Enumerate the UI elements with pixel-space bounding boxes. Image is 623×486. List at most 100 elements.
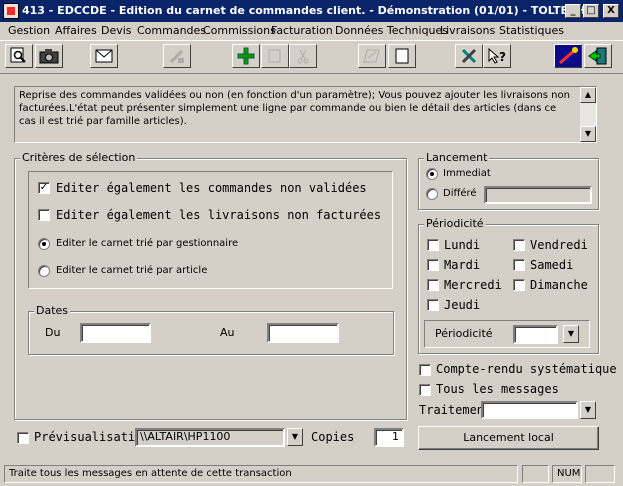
description-text: Reprise des commandes validées ou non (e…: [19, 90, 570, 127]
cut-icon: [297, 49, 309, 64]
radio-deferred-label: Différé: [443, 188, 477, 199]
copy-button[interactable]: [261, 44, 289, 68]
preview-label: Prévisualisation: [34, 430, 150, 444]
check-report[interactable]: [419, 364, 431, 376]
camera-button[interactable]: [35, 44, 63, 68]
scroll-down-arrow-icon[interactable]: ▼: [580, 126, 596, 142]
radio-sort-manager[interactable]: [38, 238, 50, 250]
date-from-input[interactable]: [80, 323, 151, 343]
launch-title: Lancement: [424, 151, 490, 164]
radio-immediate[interactable]: [426, 168, 438, 180]
exit-button[interactable]: [584, 44, 612, 68]
new-document-icon: [395, 48, 409, 64]
copy-icon: [268, 49, 281, 63]
check-samedi[interactable]: [513, 259, 525, 271]
treatment-dropdown-icon[interactable]: ▼: [580, 401, 596, 419]
periodicity-input[interactable]: [513, 325, 558, 344]
periodicity-dropdown-icon[interactable]: ▼: [563, 325, 579, 343]
search-button[interactable]: [5, 44, 33, 68]
window-title: 413 - EDCCDE - Edition du carnet de comm…: [22, 4, 586, 17]
date-to-label: Au: [220, 326, 235, 339]
report-label: Compte-rendu systématique: [436, 362, 617, 376]
local-launch-button[interactable]: Lancement local: [418, 426, 599, 450]
memo-scrollbar[interactable]: ▲ ▼: [580, 87, 596, 142]
minimize-button[interactable]: _: [565, 4, 581, 18]
menu-statistiques[interactable]: Statistiques: [499, 24, 564, 37]
day-mardi: Mardi: [444, 258, 481, 272]
status-num: NUM: [552, 465, 582, 483]
print-preview-button[interactable]: [358, 44, 386, 68]
add-icon: [237, 47, 255, 65]
menu-bar: Gestion Affaires Devis Commandes Commiss…: [0, 22, 623, 40]
day-mercredi: Mercredi: [444, 278, 502, 292]
menu-livraisons[interactable]: Livraisons: [440, 24, 495, 37]
close-button[interactable]: X: [603, 4, 619, 18]
check-mardi[interactable]: [427, 259, 439, 271]
launch-button[interactable]: [554, 44, 582, 68]
status-message: Traite tous les messages en attente de c…: [4, 465, 518, 483]
check-jeudi[interactable]: [427, 299, 439, 311]
check-all-messages[interactable]: [419, 384, 431, 396]
check-preview[interactable]: [17, 432, 29, 444]
radio-immediate-label: Immediat: [443, 168, 491, 179]
periodicity-field-label: Périodicité: [435, 327, 493, 340]
cut-button[interactable]: [289, 44, 317, 68]
add-button[interactable]: [232, 44, 260, 68]
new-document-button[interactable]: [388, 44, 416, 68]
menu-commissions[interactable]: Commissions: [203, 24, 276, 37]
exit-door-icon: [588, 47, 607, 65]
app-icon: [3, 3, 19, 19]
menu-gestion[interactable]: Gestion: [8, 24, 50, 37]
deferred-input[interactable]: [484, 186, 592, 204]
day-lundi: Lundi: [444, 238, 481, 252]
check-unvalidated[interactable]: ✓: [38, 182, 50, 194]
check-unbilled[interactable]: [38, 209, 50, 221]
date-to-input[interactable]: [267, 323, 339, 343]
menu-facturation[interactable]: Facturation: [271, 24, 333, 37]
radio-deferred[interactable]: [426, 188, 438, 200]
dates-title: Dates: [34, 304, 71, 317]
launch-icon: [559, 47, 578, 65]
mail-icon: [95, 49, 113, 63]
check-lundi[interactable]: [427, 239, 439, 251]
menu-devis[interactable]: Devis: [101, 24, 132, 37]
title-bar: 413 - EDCCDE - Edition du carnet de comm…: [0, 0, 623, 22]
check-dimanche[interactable]: [513, 279, 525, 291]
status-panel-empty: [522, 465, 549, 483]
radio-sort-manager-label: Editer le carnet trié par gestionnaire: [56, 238, 239, 249]
camera-icon: [39, 49, 59, 64]
toolbar: ?: [0, 40, 623, 74]
radio-sort-article-label: Editer le carnet trié par article: [56, 265, 208, 276]
check-mercredi[interactable]: [427, 279, 439, 291]
description-memo[interactable]: Reprise des commandes validées ou non (e…: [14, 86, 597, 143]
printer-dropdown-icon[interactable]: ▼: [287, 428, 303, 446]
help-icon: ?: [488, 47, 506, 64]
mail-button[interactable]: [90, 44, 118, 68]
day-samedi: Samedi: [530, 258, 574, 272]
svg-text:?: ?: [499, 50, 506, 64]
scroll-up-arrow-icon[interactable]: ▲: [580, 87, 596, 103]
copies-label: Copies: [311, 430, 355, 444]
all-messages-label: Tous les messages: [436, 382, 559, 396]
menu-donnees-techniques[interactable]: Données Techniques: [335, 24, 448, 37]
tools-icon: [461, 48, 477, 64]
edit-icon: [169, 49, 184, 64]
periodicity-title: Périodicité: [424, 217, 486, 230]
help-button[interactable]: ?: [483, 44, 511, 68]
menu-commandes[interactable]: Commandes: [137, 24, 206, 37]
day-dimanche: Dimanche: [530, 278, 588, 292]
treatment-select[interactable]: [481, 401, 578, 419]
maximize-button[interactable]: □: [583, 4, 599, 18]
edit-button[interactable]: [163, 44, 191, 68]
tools-button[interactable]: [455, 44, 483, 68]
check-vendredi[interactable]: [513, 239, 525, 251]
criteria-title: Critères de sélection: [20, 151, 138, 164]
printer-select[interactable]: \\ALTAIR\HP1100: [135, 428, 285, 447]
status-panel-empty-2: [585, 465, 615, 483]
date-from-label: Du: [45, 326, 61, 339]
status-bar: Traite tous les messages en attente de c…: [0, 462, 623, 486]
radio-sort-article[interactable]: [38, 265, 50, 277]
copies-input[interactable]: 1: [374, 428, 404, 447]
check-unbilled-label: Editer également les livraisons non fact…: [56, 208, 382, 222]
menu-affaires[interactable]: Affaires: [55, 24, 97, 37]
